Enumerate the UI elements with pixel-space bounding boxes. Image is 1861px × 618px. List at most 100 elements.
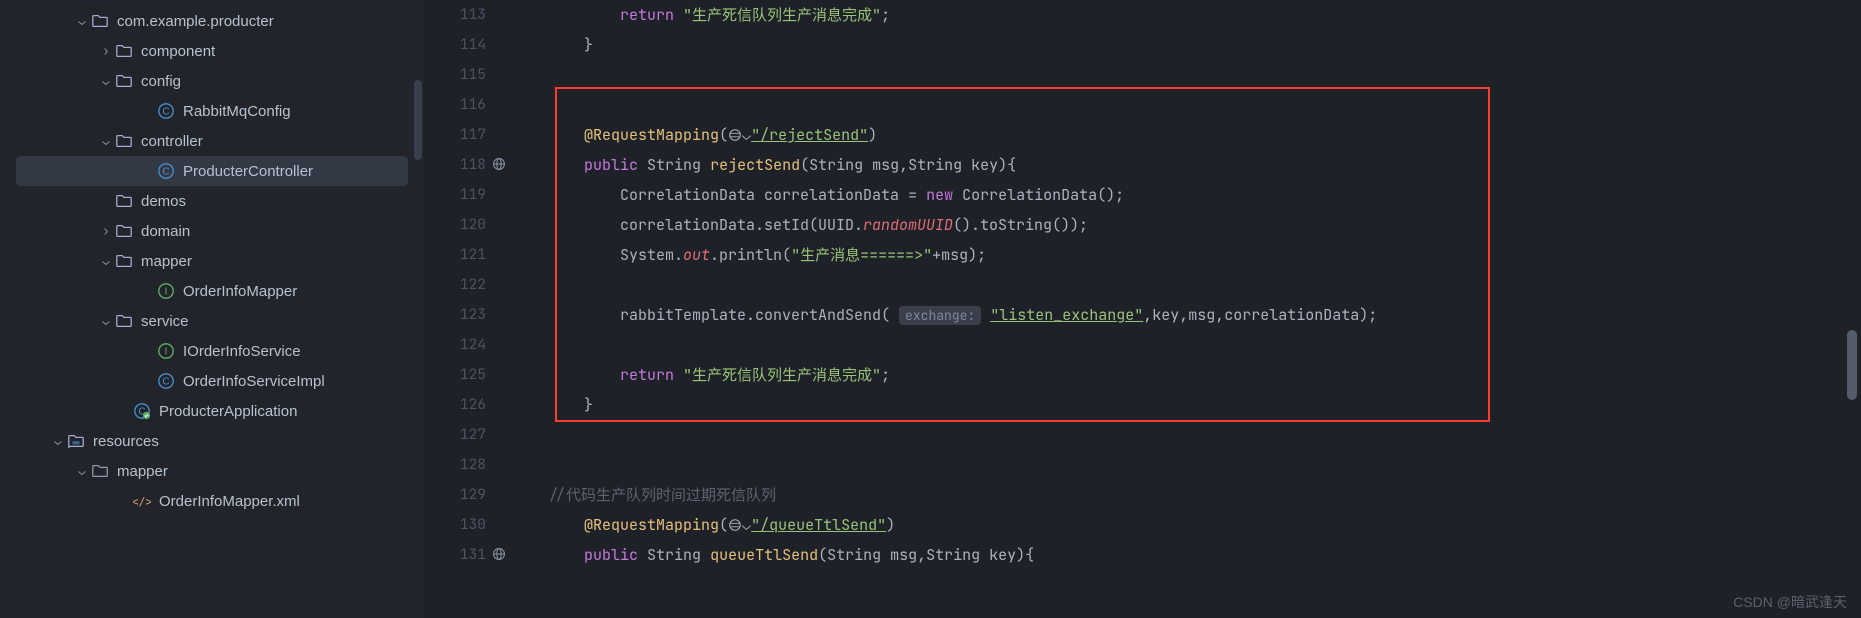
project-tree[interactable]: ⌄com.example.producter›component⌄configC… xyxy=(0,0,424,618)
tree-item-domain[interactable]: › domain xyxy=(0,216,424,246)
chevron-down-icon: ⌄ xyxy=(98,313,114,329)
chevron-right-icon: › xyxy=(98,43,114,59)
tree-item-label: component xyxy=(141,43,215,60)
tree-item-demos[interactable]: demos xyxy=(0,186,424,216)
line-number: 121 xyxy=(424,240,486,270)
tree-item-config[interactable]: ⌄config xyxy=(0,66,424,96)
tree-item-label: RabbitMqConfig xyxy=(183,103,291,120)
call: correlationData.setId(UUID. xyxy=(620,215,863,235)
line-number: 119 xyxy=(424,180,486,210)
tree-item-orderinfoserviceimpl[interactable]: C OrderInfoServiceImpl xyxy=(0,366,424,396)
keyword-return: return xyxy=(620,365,674,385)
tree-item-label: demos xyxy=(141,193,186,210)
params: (String msg,String key){ xyxy=(800,155,1016,175)
gutter: 1131141151161171181191201211221231241251… xyxy=(424,0,512,618)
line-number: 115 xyxy=(424,60,486,90)
svg-text:I: I xyxy=(165,347,168,358)
tree-item-orderinfomapper[interactable]: I OrderInfoMapper xyxy=(0,276,424,306)
editor-scrollbar[interactable] xyxy=(1847,330,1857,400)
folder-icon xyxy=(114,222,134,240)
string-literal: "生产死信队列生产消息完成" xyxy=(683,5,881,25)
line-number: 124 xyxy=(424,330,486,360)
code-editor[interactable]: 1131141151161171181191201211221231241251… xyxy=(424,0,1861,618)
tree-item-label: service xyxy=(141,313,189,330)
chevron-down-icon: ⌄ xyxy=(98,133,114,149)
static-method: randomUUID xyxy=(863,215,953,235)
tree-item-label: mapper xyxy=(117,463,168,480)
class-s-icon: C xyxy=(132,402,152,420)
folder-plain-icon xyxy=(90,462,110,480)
param-hint: exchange: xyxy=(899,306,981,325)
type: CorrelationData xyxy=(620,185,755,205)
folder-icon xyxy=(114,72,134,90)
line-number: 129 xyxy=(424,480,486,510)
keyword-new: new xyxy=(926,185,953,205)
folder-icon xyxy=(114,132,134,150)
tree-item-label: controller xyxy=(141,133,203,150)
res-icon xyxy=(66,432,86,450)
tree-item-label: mapper xyxy=(141,253,192,270)
tree-item-mapper[interactable]: ⌄mapper xyxy=(0,246,424,276)
tree-item-label: OrderInfoServiceImpl xyxy=(183,373,325,390)
line-number: 120 xyxy=(424,210,486,240)
tree-item-label: ProducterController xyxy=(183,163,313,180)
ctor: CorrelationData() xyxy=(962,185,1115,205)
class-i-icon: I xyxy=(156,342,176,360)
method-call: rabbitTemplate.convertAndSend( xyxy=(620,305,890,325)
system: System. xyxy=(620,245,683,265)
line-number: 113 xyxy=(424,0,486,30)
tree-item-producterapplication[interactable]: C ProducterApplication xyxy=(0,396,424,426)
annotation: @RequestMapping xyxy=(584,515,719,535)
tree-item-productercontroller[interactable]: C ProducterController xyxy=(16,156,408,186)
tree-item-service[interactable]: ⌄ service xyxy=(0,306,424,336)
tree-item-rabbitmqconfig[interactable]: C RabbitMqConfig xyxy=(0,96,424,126)
svg-text:C: C xyxy=(162,167,169,178)
tree-item-label: OrderInfoMapper xyxy=(183,283,297,300)
line-number: 122 xyxy=(424,270,486,300)
url-path[interactable]: "/queueTtlSend" xyxy=(751,515,886,535)
line-number: 127 xyxy=(424,420,486,450)
svg-text:C: C xyxy=(162,377,169,388)
keyword-public: public xyxy=(584,545,638,565)
tree-item-orderinfomapper-xml[interactable]: </>OrderInfoMapper.xml xyxy=(0,486,424,516)
variable: correlationData xyxy=(764,185,899,205)
globe-icon xyxy=(492,157,506,171)
line-number: 118 xyxy=(424,150,486,180)
keyword-public: public xyxy=(584,155,638,175)
folder-icon xyxy=(114,42,134,60)
code-area[interactable]: return "生产死信队列生产消息完成"; } @RequestMapping… xyxy=(512,0,1861,618)
folder-icon xyxy=(114,312,134,330)
folder-icon xyxy=(114,192,134,210)
tree-item-label: OrderInfoMapper.xml xyxy=(159,493,300,510)
println: .println( xyxy=(710,245,791,265)
string-literal: "生产死信队列生产消息完成" xyxy=(683,365,881,385)
globe-icon xyxy=(492,547,506,561)
class-i-icon: I xyxy=(156,282,176,300)
watermark: CSDN @暗武逢天 xyxy=(1733,592,1847,612)
tree-item-resources[interactable]: ⌄resources xyxy=(0,426,424,456)
line-number: 131 xyxy=(424,540,486,570)
tree-item-label: com.example.producter xyxy=(117,13,274,30)
tree-item-label: IOrderInfoService xyxy=(183,343,301,360)
method-name: queueTtlSend xyxy=(710,545,818,565)
svg-text:C: C xyxy=(162,107,169,118)
params: (String msg,String key){ xyxy=(818,545,1034,565)
string-literal: "生产消息======>" xyxy=(791,245,932,265)
tree-scrollbar[interactable] xyxy=(414,80,422,160)
line-number: 128 xyxy=(424,450,486,480)
tree-item-mapper[interactable]: ⌄mapper xyxy=(0,456,424,486)
tree-item-label: ProducterApplication xyxy=(159,403,297,420)
tree-item-component[interactable]: › component xyxy=(0,36,424,66)
tree-item-controller[interactable]: ⌄ controller xyxy=(0,126,424,156)
line-number: 117 xyxy=(424,120,486,150)
line-number: 130 xyxy=(424,510,486,540)
chevron-right-icon: › xyxy=(98,223,114,239)
tree-item-label: domain xyxy=(141,223,190,240)
tree-item-com-example-producter[interactable]: ⌄com.example.producter xyxy=(0,6,424,36)
method-name: rejectSend xyxy=(710,155,800,175)
url-path[interactable]: "/rejectSend" xyxy=(751,125,868,145)
type: String xyxy=(647,545,701,565)
comment: //代码生产队列时间过期死信队列 xyxy=(548,485,776,505)
svg-text:I: I xyxy=(165,287,168,298)
tree-item-iorderinfoservice[interactable]: I IOrderInfoService xyxy=(0,336,424,366)
